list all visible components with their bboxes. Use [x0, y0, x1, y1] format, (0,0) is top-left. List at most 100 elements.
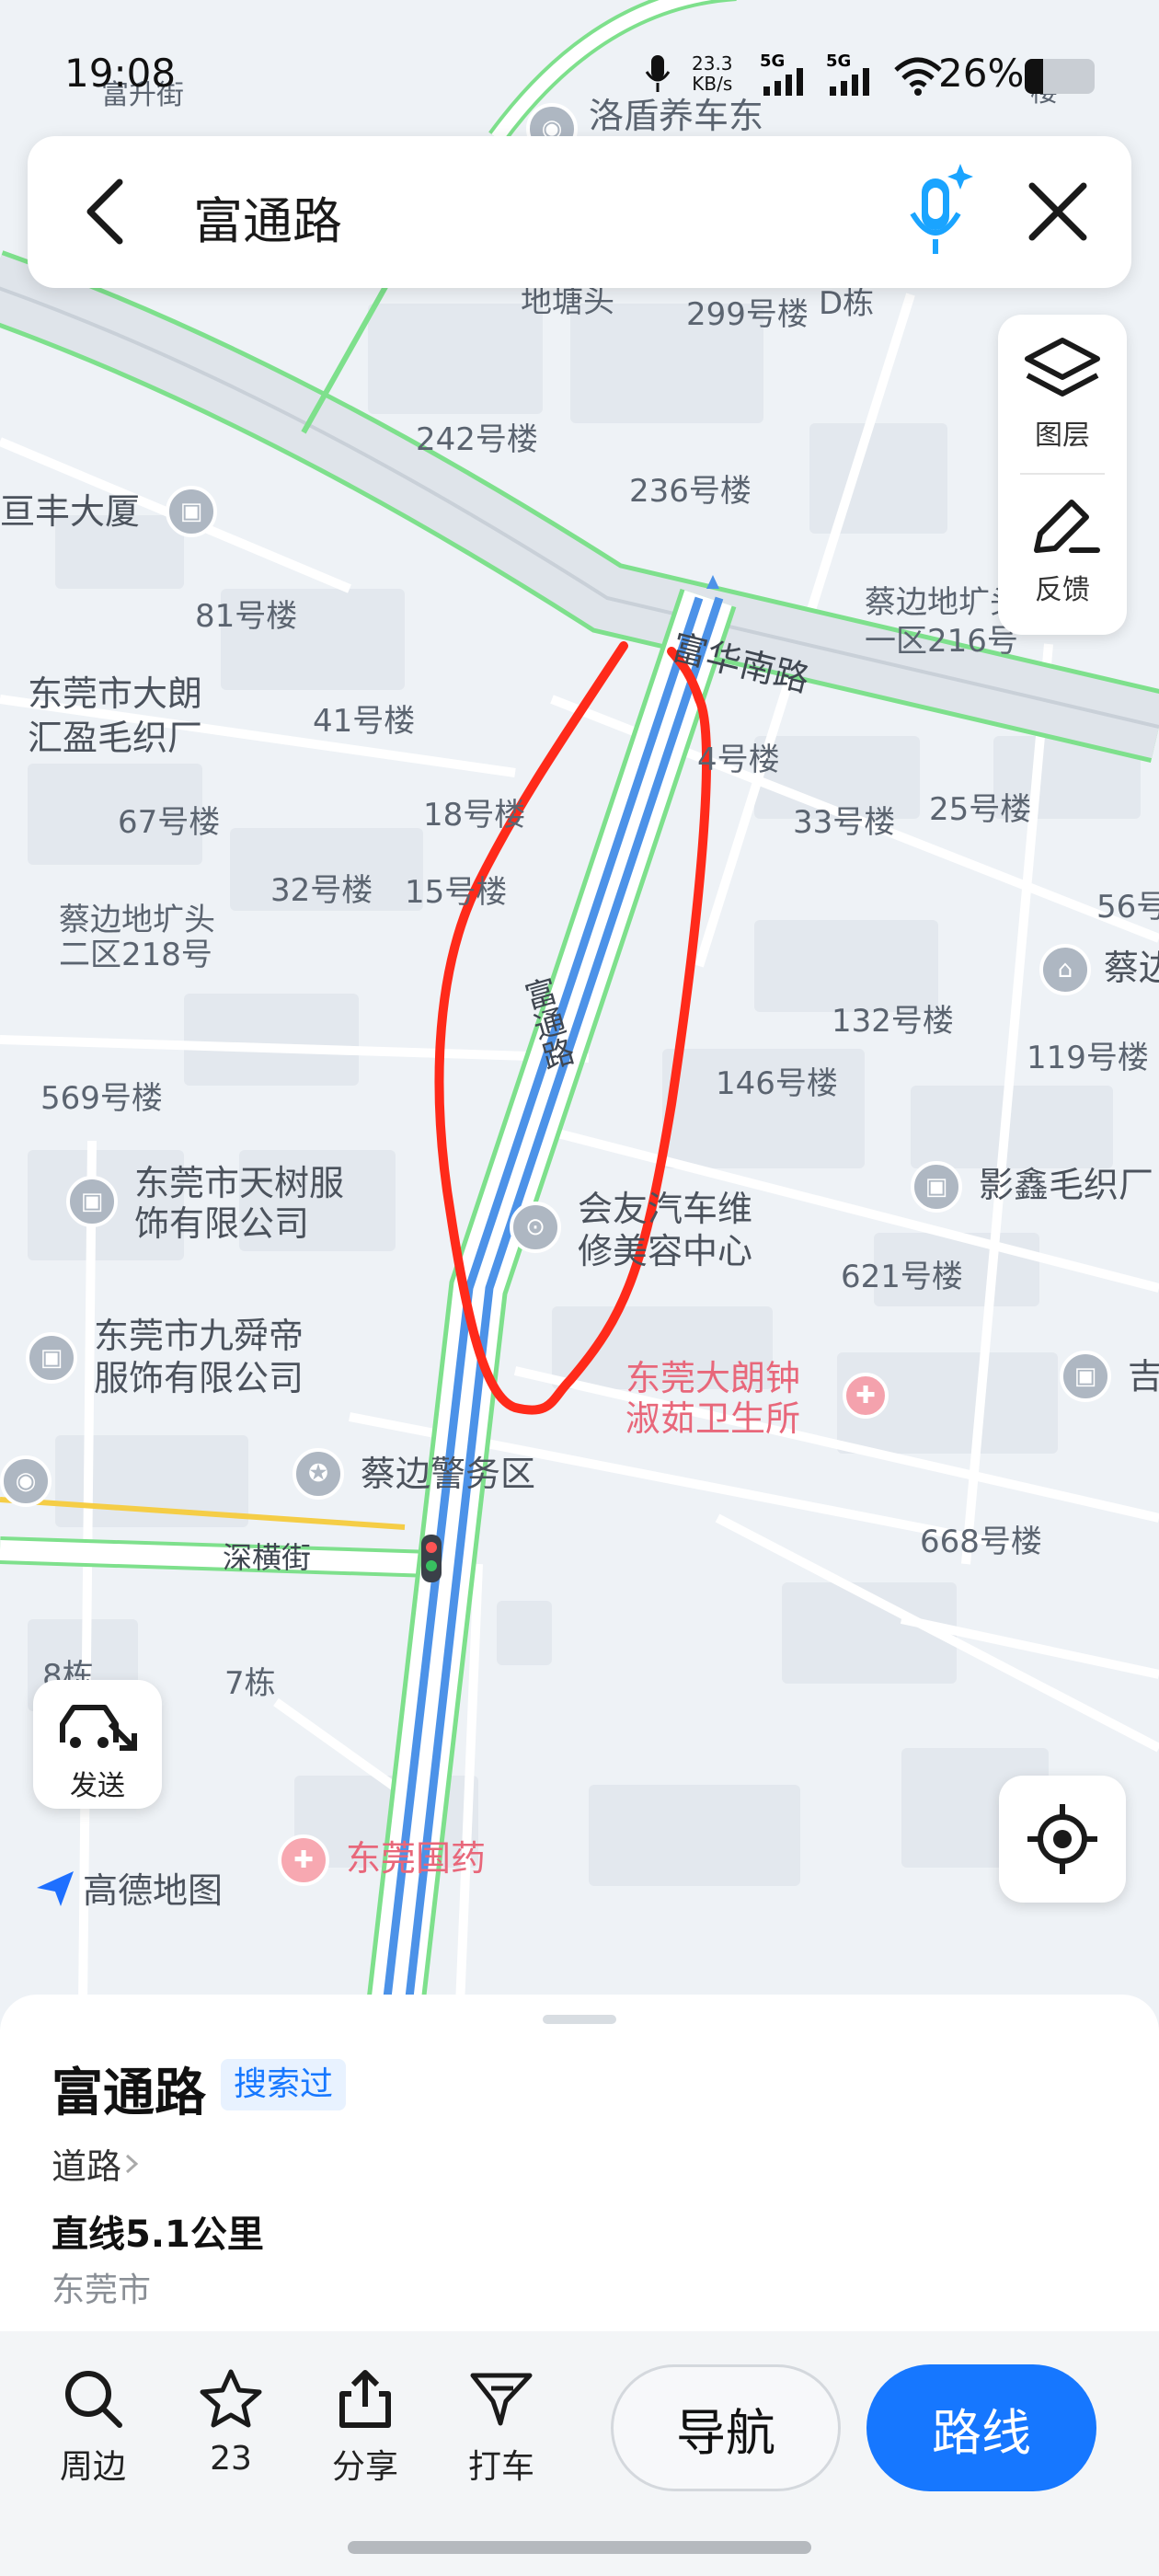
- map-label: 41号楼: [313, 703, 416, 740]
- map-label: 569号楼: [40, 1080, 163, 1117]
- map-label: 东莞市九舜帝: [94, 1316, 304, 1356]
- car-icon[interactable]: ◉: [0, 1455, 52, 1507]
- map-label: 299号楼: [686, 296, 809, 333]
- map-label: 25号楼: [929, 791, 1032, 828]
- taxi-button[interactable]: 打车: [451, 2366, 552, 2488]
- star-icon: [200, 2369, 262, 2428]
- map-label: 淑茹卫生所: [625, 1398, 801, 1439]
- map-label: 饰有限公司: [134, 1203, 310, 1244]
- share-button[interactable]: 分享: [315, 2366, 416, 2488]
- place-distance: 直线5.1公里: [52, 2214, 264, 2256]
- car-send-icon: [60, 1705, 137, 1751]
- map-label: 242号楼: [416, 421, 538, 458]
- map-label: 15号楼: [405, 874, 508, 911]
- layers-button[interactable]: 图层: [998, 335, 1127, 453]
- car-service-icon[interactable]: ⊙: [510, 1202, 561, 1253]
- map-label: 东莞大朗钟: [625, 1358, 801, 1398]
- nearby-button[interactable]: 周边: [42, 2366, 143, 2488]
- building-icon[interactable]: ▣: [1060, 1351, 1111, 1402]
- microphone-icon: [644, 53, 671, 94]
- voice-search-icon[interactable]: [901, 164, 975, 259]
- edit-icon: [1034, 500, 1100, 553]
- locate-icon: [1027, 1804, 1097, 1874]
- taxi-label: 打车: [467, 2448, 534, 2486]
- amap-logo-icon: [37, 1870, 74, 1906]
- sheet-drag-handle[interactable]: [543, 2015, 616, 2024]
- map-label: 56号: [1096, 889, 1159, 926]
- map-label: 236号楼: [629, 473, 752, 510]
- signal-group: 5G 5G: [760, 52, 944, 96]
- map-label: 18号楼: [423, 797, 526, 834]
- map-label: 亘丰大厦: [0, 491, 141, 532]
- network-speed: 23.3 KB/s: [692, 52, 733, 95]
- signal-icon: 5G: [826, 52, 876, 96]
- police-icon[interactable]: ✪: [293, 1448, 344, 1500]
- battery-icon: [1025, 59, 1095, 94]
- close-icon[interactable]: [1021, 175, 1095, 248]
- clinic-icon[interactable]: ✚: [843, 1373, 889, 1419]
- locate-button[interactable]: [999, 1776, 1126, 1903]
- search-bar: 富通路: [28, 136, 1131, 288]
- navigate-button[interactable]: 导航: [611, 2364, 841, 2491]
- home-indicator[interactable]: [348, 2541, 811, 2554]
- map-label: 服饰有限公司: [94, 1358, 304, 1398]
- share-label: 分享: [331, 2448, 398, 2486]
- search-icon: [65, 2371, 122, 2428]
- wifi-icon: [894, 57, 942, 96]
- search-input[interactable]: 富通路: [193, 180, 342, 253]
- building-icon[interactable]: ▣: [911, 1161, 962, 1213]
- pharmacy-icon[interactable]: ✚: [278, 1834, 329, 1886]
- favorite-count: 23: [210, 2440, 252, 2478]
- place-title: 富通路: [52, 2064, 206, 2123]
- amap-logo: 高德地图: [33, 1862, 223, 1913]
- map-canvas[interactable]: ▣ ▣ ▣ ⌂ ▣ ▣ ⊙ ✪ ◉ ✚ ✚ ◉ 富升街 洛盾养车东 地塘头 29…: [0, 0, 1159, 2006]
- building-icon[interactable]: ▣: [66, 1176, 118, 1227]
- battery-level: 26%: [938, 51, 1025, 96]
- building-icon[interactable]: ▣: [166, 486, 217, 537]
- taxi-icon: [470, 2373, 533, 2426]
- map-label: 洛盾养车东: [589, 96, 764, 136]
- map-label: 东莞市天树服: [134, 1163, 345, 1203]
- map-label: 146号楼: [716, 1065, 838, 1102]
- map-tools-panel: 图层 反馈: [998, 315, 1127, 635]
- send-label: 发送: [70, 1770, 125, 1802]
- place-category[interactable]: 道路: [52, 2138, 142, 2189]
- map-label: 会友汽车维: [578, 1189, 753, 1229]
- route-button[interactable]: 路线: [866, 2364, 1096, 2491]
- map-label: 吉: [1128, 1356, 1159, 1397]
- map-label: 119号楼: [1027, 1040, 1149, 1076]
- map-label: 汇盈毛织厂: [28, 718, 203, 758]
- map-label: 7栋: [224, 1665, 276, 1702]
- map-label: 影鑫毛织厂: [979, 1165, 1154, 1205]
- building-icon[interactable]: ▣: [26, 1332, 77, 1384]
- map-label: 81号楼: [195, 598, 298, 635]
- back-icon[interactable]: [75, 177, 140, 247]
- map-label: 修美容中心: [578, 1231, 753, 1271]
- send-to-car-button[interactable]: 发送: [33, 1680, 162, 1809]
- share-icon: [339, 2370, 391, 2428]
- home-icon[interactable]: ⌂: [1039, 944, 1091, 995]
- map-label: 二区218号: [59, 937, 212, 973]
- map-label: 蔡边: [1104, 948, 1159, 988]
- road-label: 深横街: [223, 1540, 312, 1575]
- map-label: 668号楼: [920, 1524, 1042, 1560]
- status-time: 19:08: [64, 51, 177, 96]
- map-label: 东莞国药: [346, 1838, 487, 1879]
- map-label: 蔡边警务区: [361, 1454, 536, 1494]
- feedback-label: 反馈: [1035, 574, 1090, 606]
- favorite-button[interactable]: 23: [180, 2366, 281, 2478]
- feedback-button[interactable]: 反馈: [998, 489, 1127, 607]
- place-city: 东莞市: [52, 2271, 152, 2309]
- map-label: 132号楼: [832, 1003, 954, 1040]
- layers-label: 图层: [1035, 420, 1090, 452]
- map-label: 32号楼: [270, 872, 373, 909]
- layers-icon: [1025, 338, 1100, 397]
- map-label: 621号楼: [841, 1259, 963, 1295]
- chevron-right-icon: [126, 2154, 139, 2173]
- place-category-label: 道路: [52, 2146, 122, 2187]
- searched-badge: 搜索过: [221, 2059, 347, 2110]
- divider: [1020, 473, 1105, 475]
- map-label: 33号楼: [793, 804, 896, 841]
- map-label: 4号楼: [697, 742, 780, 778]
- map-label: 67号楼: [118, 804, 221, 841]
